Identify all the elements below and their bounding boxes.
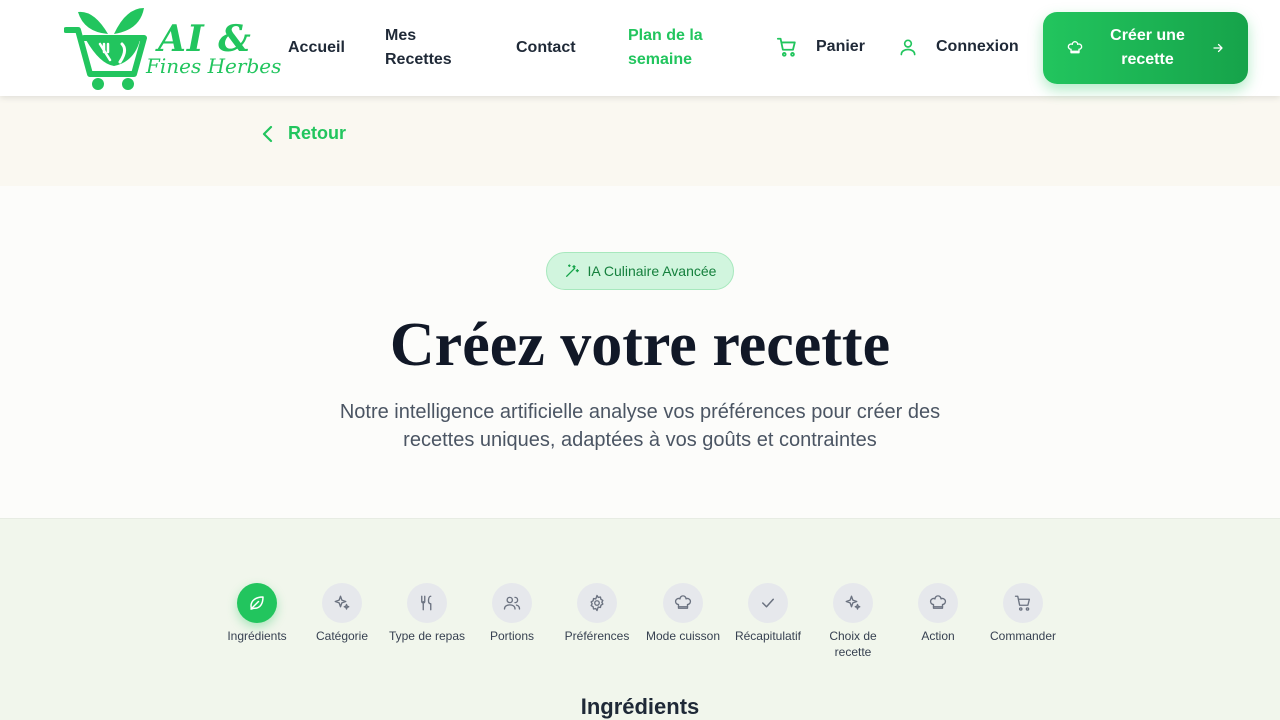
chevron-left-icon bbox=[262, 125, 273, 142]
step-label: Catégorie bbox=[315, 629, 369, 643]
step-recapitulatif[interactable]: Récapitulatif bbox=[723, 583, 813, 644]
page-title: Créez votre recette bbox=[389, 311, 891, 379]
step-ingredients[interactable]: Ingrédients bbox=[212, 583, 302, 644]
step-circle bbox=[748, 583, 788, 623]
step-label: Récapitulatif bbox=[734, 629, 802, 643]
create-recipe-label: Créer une recette bbox=[1110, 27, 1185, 68]
step-label: Mode cuisson bbox=[645, 629, 721, 643]
nav-connexion-label: Connexion bbox=[936, 38, 1019, 55]
section-title-ingredients: Ingrédients bbox=[580, 694, 700, 719]
brand-name-line2: Fines Herbes bbox=[146, 54, 282, 78]
utensils-icon bbox=[421, 595, 432, 611]
leaf-icon bbox=[250, 596, 264, 610]
brand-logo[interactable]: AI & Fines Herbes bbox=[63, 4, 281, 92]
step-categorie[interactable]: Catégorie bbox=[297, 583, 387, 644]
chef-hat-icon bbox=[674, 595, 692, 609]
ai-badge-label: IA Culinaire Avancée bbox=[587, 263, 717, 279]
step-label: Type de repas bbox=[388, 629, 466, 643]
step-label: Préférences bbox=[564, 629, 630, 643]
step-circle bbox=[577, 583, 617, 623]
step-action[interactable]: Action bbox=[893, 583, 983, 644]
back-band bbox=[0, 96, 1280, 186]
nav-plan-semaine[interactable]: Plan de la semaine bbox=[628, 24, 728, 72]
arrow-right-icon bbox=[1213, 43, 1223, 53]
nav-connexion[interactable]: Connexion bbox=[898, 36, 1019, 58]
user-icon bbox=[900, 39, 916, 56]
step-label: Commander bbox=[989, 629, 1057, 643]
nav-panier[interactable]: Panier bbox=[776, 36, 865, 58]
cart-leaf-logo-icon bbox=[63, 8, 147, 90]
top-header: AI & Fines Herbes Accueil Mes Recettes C… bbox=[0, 0, 1280, 96]
chef-hat-icon bbox=[1067, 41, 1083, 54]
step-circle bbox=[1003, 583, 1043, 623]
step-portions[interactable]: Portions bbox=[467, 583, 557, 644]
step-label: Ingrédients bbox=[227, 629, 287, 643]
step-circle bbox=[663, 583, 703, 623]
chef-hat-icon bbox=[929, 595, 947, 609]
nav-contact[interactable]: Contact bbox=[516, 36, 576, 60]
step-circle bbox=[237, 583, 277, 623]
users-icon bbox=[503, 596, 521, 610]
gear-icon bbox=[590, 594, 604, 612]
step-circle bbox=[492, 583, 532, 623]
nav-accueil[interactable]: Accueil bbox=[288, 36, 345, 60]
step-mode-cuisson[interactable]: Mode cuisson bbox=[638, 583, 728, 644]
cart-icon bbox=[1014, 595, 1031, 611]
sparkles-icon bbox=[845, 595, 861, 610]
back-label: Retour bbox=[288, 123, 346, 143]
create-recipe-button[interactable]: Créer une recette bbox=[1043, 12, 1248, 84]
check-icon bbox=[762, 598, 774, 608]
magic-wand-icon bbox=[565, 264, 579, 277]
step-circle bbox=[833, 583, 873, 623]
step-type-repas[interactable]: Type de repas bbox=[382, 583, 472, 644]
nav-panier-label: Panier bbox=[816, 38, 865, 55]
cart-icon bbox=[776, 37, 796, 57]
sparkles-icon bbox=[334, 595, 350, 610]
back-link[interactable]: Retour bbox=[260, 123, 346, 144]
step-preferences[interactable]: Préférences bbox=[552, 583, 642, 644]
step-label: Portions bbox=[489, 629, 535, 643]
step-circle bbox=[918, 583, 958, 623]
nav-mes-recettes[interactable]: Mes Recettes bbox=[385, 24, 465, 72]
step-label: Action bbox=[921, 629, 955, 643]
step-commander[interactable]: Commander bbox=[978, 583, 1068, 644]
step-choix-recette[interactable]: Choix de recette bbox=[808, 583, 898, 660]
step-circle bbox=[322, 583, 362, 623]
step-label: Choix de recette bbox=[829, 629, 877, 659]
step-circle bbox=[407, 583, 447, 623]
ai-badge: IA Culinaire Avancée bbox=[546, 252, 734, 290]
page-subtitle: Notre intelligence artificielle analyse … bbox=[339, 401, 941, 451]
